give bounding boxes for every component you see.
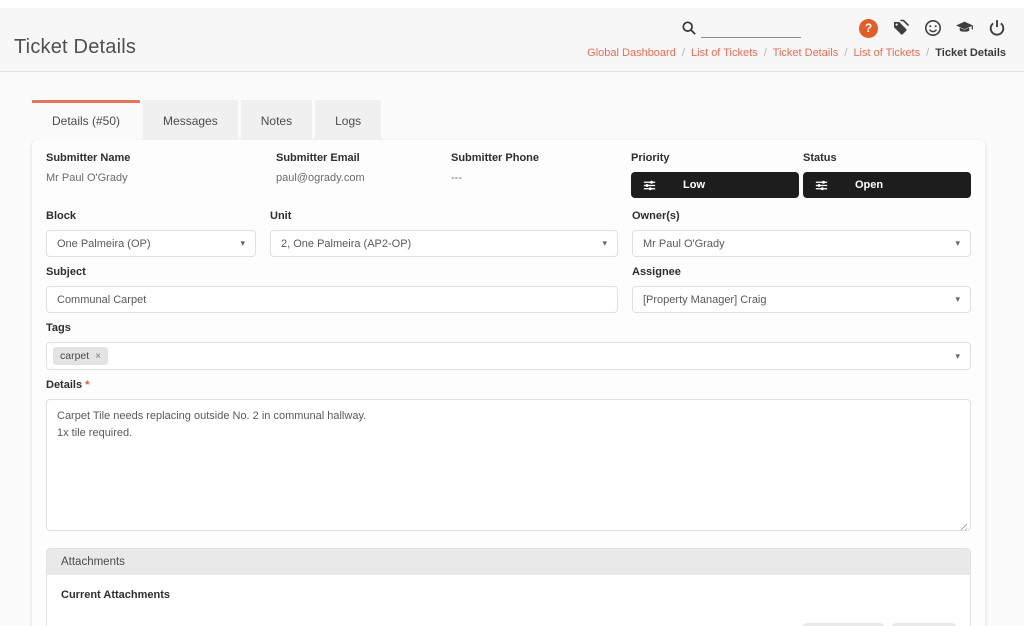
status-label: Status [803, 152, 971, 164]
header-tools: ? [681, 18, 1006, 38]
sliders-icon [643, 179, 656, 192]
breadcrumb-separator: / [844, 47, 847, 59]
submitter-phone-value: --- [451, 172, 631, 184]
graduation-cap-icon[interactable] [955, 19, 974, 38]
breadcrumb-separator: / [682, 47, 685, 59]
breadcrumb-link[interactable]: List of Tickets [691, 47, 758, 59]
smiley-icon[interactable] [923, 19, 942, 38]
unit-label: Unit [270, 210, 618, 222]
chevron-down-icon: ▾ [955, 238, 960, 249]
attachments-section: Attachments Current Attachments 2023-01-… [46, 548, 971, 626]
subject-input[interactable] [46, 286, 618, 313]
breadcrumb-link[interactable]: Global Dashboard [587, 47, 676, 59]
priority-label: Priority [631, 152, 803, 164]
priority-field: Priority Low [631, 152, 803, 198]
submitter-name-field: Submitter Name Mr Paul O'Grady [46, 152, 276, 198]
details-label-text: Details [46, 379, 82, 391]
assignee-select[interactable]: [Property Manager] Craig ▾ [632, 286, 971, 313]
breadcrumb-separator: / [926, 47, 929, 59]
required-asterisk: * [85, 379, 89, 391]
tags-input[interactable]: carpet × ▾ [46, 342, 971, 370]
breadcrumb: Global Dashboard / List of Tickets / Tic… [587, 47, 1006, 59]
block-select[interactable]: One Palmeira (OP) ▾ [46, 230, 256, 257]
remove-tag-icon[interactable]: × [95, 351, 101, 362]
owners-value: Mr Paul O'Grady [643, 238, 949, 250]
details-textarea[interactable]: Carpet Tile needs replacing outside No. … [46, 399, 971, 531]
details-label: Details* [46, 379, 971, 391]
submitter-name-label: Submitter Name [46, 152, 276, 164]
assignee-field: Assignee [Property Manager] Craig ▾ [632, 266, 971, 313]
details-textarea-wrap: Carpet Tile needs replacing outside No. … [46, 399, 971, 536]
tab-details[interactable]: Details (#50) [32, 100, 140, 140]
attachments-body: Current Attachments 2023-01-30T04-51-48C… [47, 575, 970, 626]
tags-row: Tags carpet × ▾ [46, 322, 971, 370]
tags-field: Tags carpet × ▾ [46, 322, 971, 370]
status-value: Open [855, 179, 883, 191]
search-area [681, 18, 801, 38]
owners-select[interactable]: Mr Paul O'Grady ▾ [632, 230, 971, 257]
owners-label: Owner(s) [632, 210, 971, 222]
subject-row: Subject Assignee [Property Manager] Crai… [46, 266, 971, 313]
submitter-email-value: paul@ogrady.com [276, 172, 451, 184]
current-attachments-heading: Current Attachments [61, 589, 956, 601]
block-label: Block [46, 210, 256, 222]
submitter-email-field: Submitter Email paul@ogrady.com [276, 152, 451, 198]
unit-select[interactable]: 2, One Palmeira (AP2-OP) ▾ [270, 230, 618, 257]
tab-logs[interactable]: Logs [315, 100, 381, 140]
attachments-header: Attachments [47, 549, 970, 575]
priority-button[interactable]: Low [631, 172, 799, 198]
status-field: Status Open [803, 152, 971, 198]
block-value: One Palmeira (OP) [57, 238, 234, 250]
breadcrumb-separator: / [764, 47, 767, 59]
block-field: Block One Palmeira (OP) ▾ [46, 210, 256, 257]
header-right: ? [587, 8, 1006, 71]
app-header: Ticket Details ? [0, 8, 1024, 72]
help-icon[interactable]: ? [859, 19, 878, 38]
priority-value: Low [683, 179, 705, 191]
breadcrumb-link[interactable]: Ticket Details [773, 47, 839, 59]
tag-chip-label: carpet [60, 350, 89, 362]
submitter-phone-field: Submitter Phone --- [451, 152, 631, 198]
submitter-email-label: Submitter Email [276, 152, 451, 164]
page: Ticket Details ? [0, 0, 1024, 626]
subject-field: Subject [46, 266, 618, 313]
chevron-down-icon: ▾ [240, 238, 245, 249]
page-title: Ticket Details [14, 36, 136, 59]
tags-icon[interactable] [891, 19, 910, 38]
submitter-name-value: Mr Paul O'Grady [46, 172, 276, 184]
tag-chip: carpet × [53, 347, 108, 365]
ticket-details-card: Submitter Name Mr Paul O'Grady Submitter… [32, 140, 985, 626]
assignee-label: Assignee [632, 266, 971, 278]
tab-messages[interactable]: Messages [143, 100, 238, 140]
search-icon[interactable] [681, 20, 697, 36]
submitter-phone-label: Submitter Phone [451, 152, 631, 164]
breadcrumb-link[interactable]: List of Tickets [853, 47, 920, 59]
header-icon-row: ? [859, 19, 1006, 38]
details-field: Details* Carpet Tile needs replacing out… [46, 379, 971, 536]
details-row: Details* Carpet Tile needs replacing out… [46, 379, 971, 536]
unit-field: Unit 2, One Palmeira (AP2-OP) ▾ [270, 210, 618, 257]
unit-value: 2, One Palmeira (AP2-OP) [281, 238, 596, 250]
submitter-row: Submitter Name Mr Paul O'Grady Submitter… [46, 152, 971, 198]
assignee-value: [Property Manager] Craig [643, 294, 949, 306]
location-row: Block One Palmeira (OP) ▾ Unit 2, One Pa… [46, 210, 971, 257]
chevron-down-icon: ▾ [955, 351, 960, 362]
owners-field: Owner(s) Mr Paul O'Grady ▾ [632, 210, 971, 257]
breadcrumb-current: Ticket Details [935, 47, 1006, 59]
chevron-down-icon: ▾ [602, 238, 607, 249]
chevron-down-icon: ▾ [955, 294, 960, 305]
subject-label: Subject [46, 266, 618, 278]
main-content: Details (#50) Messages Notes Logs Submit… [0, 72, 1024, 626]
status-button[interactable]: Open [803, 172, 971, 198]
sliders-icon [815, 179, 828, 192]
tags-label: Tags [46, 322, 971, 334]
tab-bar: Details (#50) Messages Notes Logs [32, 100, 1024, 140]
tab-notes[interactable]: Notes [241, 100, 312, 140]
search-input[interactable] [701, 18, 801, 38]
power-icon[interactable] [987, 19, 1006, 38]
